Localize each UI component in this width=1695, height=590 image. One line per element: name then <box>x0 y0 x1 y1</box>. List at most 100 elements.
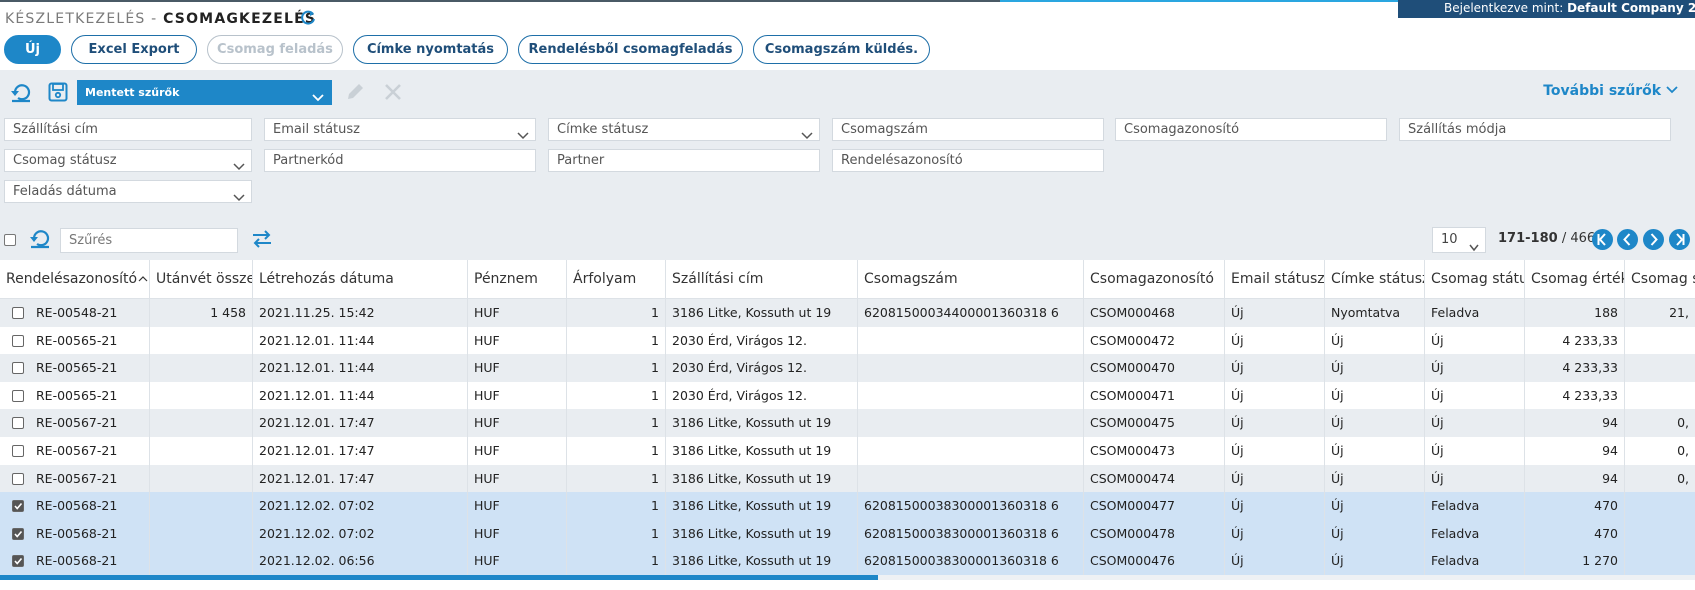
action-bar: Új Excel Export Csomag feladás Címke nyo… <box>4 35 930 64</box>
next-page-icon[interactable] <box>1643 229 1664 250</box>
cell-rate: 1 <box>567 381 666 410</box>
first-page-icon[interactable] <box>1592 229 1613 250</box>
package-status-filter[interactable]: Csomag státusz <box>4 149 252 172</box>
swap-columns-icon[interactable] <box>251 230 273 252</box>
order-id-filter[interactable]: Rendelésazonosító <box>832 149 1104 172</box>
cell-status: Feladva <box>1425 519 1525 548</box>
cell-created: 2021.12.02. 06:56 <box>253 547 468 575</box>
package-status-placeholder: Csomag státusz <box>13 153 117 168</box>
col-header-package-number[interactable]: Csomagszám <box>858 260 1084 299</box>
table-row[interactable]: RE-00568-21 2021.12.02. 07:02 HUF 1 3186 Lit… <box>0 492 1695 520</box>
row-checkbox[interactable] <box>12 307 24 319</box>
new-button[interactable]: Új <box>4 35 61 64</box>
send-package-number-button[interactable]: Csomagszám küldés. <box>753 35 930 64</box>
cell-status: Feladva <box>1425 492 1525 520</box>
reset-filter-icon[interactable] <box>10 83 32 107</box>
cell-label: Új <box>1325 409 1425 437</box>
col-header-label: Rendelésazonosító <box>6 271 138 287</box>
row-checkbox[interactable] <box>12 362 24 375</box>
save-icon[interactable] <box>48 82 68 106</box>
cell-pkgnum: 62081500038300001360318 6 <box>858 547 1084 575</box>
package-number-filter[interactable]: Csomagszám <box>832 118 1104 141</box>
col-header-package-status[interactable]: Csomag státusz <box>1425 260 1525 299</box>
cell-value: 4 233,33 <box>1525 326 1625 355</box>
row-checkbox[interactable] <box>12 555 24 568</box>
cell-label: Új <box>1325 492 1425 520</box>
table-row[interactable]: RE-00565-21 2021.12.01. 11:44 HUF 1 2030 Érd… <box>0 354 1695 382</box>
cell-currency: HUF <box>468 381 567 410</box>
row-checkbox[interactable] <box>12 527 24 540</box>
label-status-filter[interactable]: Címke státusz <box>548 118 820 141</box>
chevron-down-icon <box>312 87 324 112</box>
row-checkbox[interactable] <box>12 445 24 457</box>
table-row[interactable]: RE-00565-21 2021.12.01. 11:44 HUF 1 2030 Érd… <box>0 326 1695 355</box>
email-status-placeholder: Email státusz <box>273 122 360 137</box>
email-status-filter[interactable]: Email státusz <box>264 118 536 141</box>
grid-refresh-icon[interactable] <box>29 229 51 253</box>
send-package-button[interactable]: Csomag feladás <box>207 35 343 64</box>
col-header-email-status[interactable]: Email státusz <box>1225 260 1325 299</box>
col-header-created[interactable]: Létrehozás dátuma <box>253 260 468 299</box>
cell-address: 3186 Litke, Kossuth ut 19 <box>666 437 858 465</box>
row-checkbox[interactable] <box>12 417 24 430</box>
cell-rate: 1 <box>567 299 666 327</box>
print-label-button[interactable]: Címke nyomtatás <box>353 35 508 64</box>
row-checkbox[interactable] <box>12 472 24 485</box>
prev-page-icon[interactable] <box>1617 229 1638 250</box>
table-row[interactable]: RE-00568-21 2021.12.02. 06:56 HUF 1 3186 Lit… <box>0 547 1695 575</box>
delete-icon[interactable] <box>384 83 402 105</box>
cell-pkgnum: 62081500034400001360318 6 <box>858 299 1084 327</box>
col-header-order-id[interactable]: Rendelésazonosító <box>0 260 150 299</box>
send-date-filter[interactable]: Feladás dátuma <box>4 180 252 203</box>
more-filters-toggle[interactable]: További szűrők <box>1543 83 1678 99</box>
last-page-icon[interactable] <box>1669 229 1690 250</box>
saved-filters-select[interactable]: Mentett szűrők <box>77 80 332 105</box>
row-checkbox[interactable] <box>12 389 24 402</box>
select-all-checkbox[interactable] <box>4 234 16 246</box>
cell-status: Feladva <box>1425 299 1525 327</box>
table-row[interactable]: RE-00567-21 2021.12.01. 17:47 HUF 1 3186 Lit… <box>0 409 1695 437</box>
shipping-method-filter[interactable]: Szállítás módja <box>1399 118 1671 141</box>
grid-search-input[interactable]: Szűrés <box>60 228 238 253</box>
col-header-package-weight[interactable]: Csomag súly <box>1625 260 1695 299</box>
col-header-currency[interactable]: Pénznem <box>468 260 567 299</box>
table-row[interactable]: RE-00565-21 2021.12.01. 11:44 HUF 1 2030 Érd… <box>0 381 1695 410</box>
cell-pkgnum <box>858 464 1084 493</box>
horizontal-scrollbar-thumb[interactable] <box>0 575 878 580</box>
col-header-package-value[interactable]: Csomag érték <box>1525 260 1625 299</box>
cell-value: 4 233,33 <box>1525 354 1625 382</box>
shipping-method-placeholder: Szállítás módja <box>1408 122 1507 137</box>
partner-filter[interactable]: Partner <box>548 149 820 172</box>
package-number-placeholder: Csomagszám <box>841 122 928 137</box>
partner-code-filter[interactable]: Partnerkód <box>264 149 536 172</box>
cell-value: 94 <box>1525 464 1625 493</box>
cell-email: Új <box>1225 464 1325 493</box>
page-size-select[interactable]: 10 <box>1432 227 1486 253</box>
table-row[interactable]: RE-00567-21 2021.12.01. 17:47 HUF 1 3186 Lit… <box>0 437 1695 465</box>
cell-cod <box>150 354 253 382</box>
table-row[interactable]: RE-00548-21 1 458 2021.11.25. 15:42 HUF 1 318… <box>0 299 1695 327</box>
col-header-address[interactable]: Szállítási cím <box>666 260 858 299</box>
package-id-filter[interactable]: Csomagazonosító <box>1115 118 1387 141</box>
col-header-package-id[interactable]: Csomagazonosító <box>1084 260 1225 299</box>
col-header-cod[interactable]: Utánvét összeg <box>150 260 253 299</box>
col-header-rate[interactable]: Árfolyam <box>567 260 666 299</box>
edit-icon[interactable] <box>345 82 365 106</box>
row-checkbox[interactable] <box>12 334 24 347</box>
cell-label: Új <box>1325 381 1425 410</box>
cell-weight <box>1625 327 1695 355</box>
cell-rate: 1 <box>567 547 666 575</box>
table-row[interactable]: RE-00567-21 2021.12.01. 17:47 HUF 1 3186 Lit… <box>0 464 1695 493</box>
cell-currency: HUF <box>468 354 567 382</box>
package-from-order-button[interactable]: Rendelésből csomagfeladás <box>518 35 743 64</box>
col-header-label-status[interactable]: Címke státusz <box>1325 260 1425 299</box>
refresh-icon[interactable] <box>298 8 318 28</box>
check-icon <box>13 556 23 567</box>
chevron-down-icon <box>233 188 245 202</box>
cell-currency: HUF <box>468 547 567 575</box>
table-row[interactable]: RE-00568-21 2021.12.02. 07:02 HUF 1 3186 Lit… <box>0 519 1695 548</box>
row-checkbox[interactable] <box>12 500 24 513</box>
shipping-address-filter[interactable]: Szállítási cím <box>4 118 252 141</box>
excel-export-button[interactable]: Excel Export <box>71 35 197 64</box>
breadcrumb-parent[interactable]: KÉSZLETKEZELÉS - <box>5 11 157 27</box>
